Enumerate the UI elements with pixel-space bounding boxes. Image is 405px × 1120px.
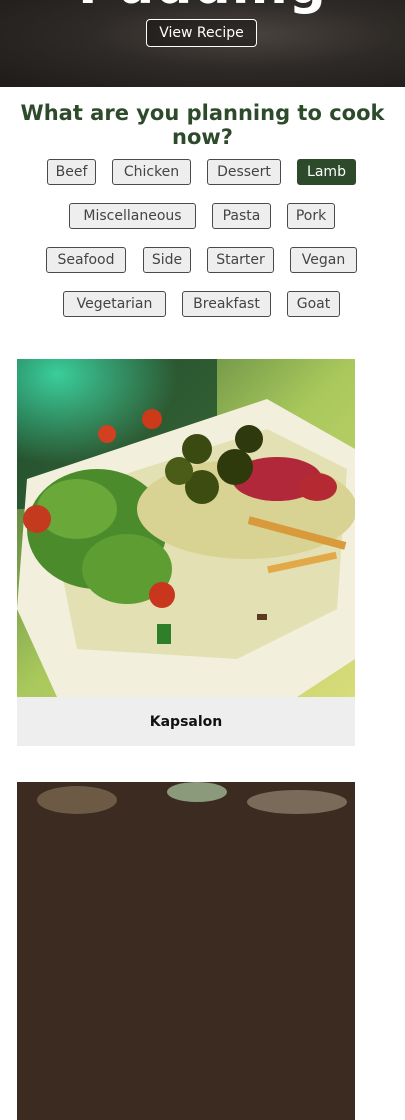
category-vegan[interactable]: Vegan xyxy=(290,247,357,273)
category-breakfast[interactable]: Breakfast xyxy=(182,291,271,317)
planning-heading: What are you planning to cook now? xyxy=(20,101,385,149)
category-dessert[interactable]: Dessert xyxy=(207,159,281,185)
category-pork[interactable]: Pork xyxy=(287,203,335,229)
category-vegetarian[interactable]: Vegetarian xyxy=(63,291,166,317)
category-list: Beef Chicken Dessert Lamb Miscellaneous … xyxy=(0,155,405,345)
category-goat[interactable]: Goat xyxy=(287,291,340,317)
category-chicken[interactable]: Chicken xyxy=(112,159,191,185)
category-lamb[interactable]: Lamb xyxy=(297,159,356,185)
category-starter[interactable]: Starter xyxy=(207,247,274,273)
meal-image[interactable] xyxy=(17,359,355,697)
meal-title[interactable]: Kapsalon xyxy=(17,697,355,746)
category-miscellaneous[interactable]: Miscellaneous xyxy=(69,203,196,229)
hero-banner: Pudding View Recipe xyxy=(0,0,405,87)
hero-title: Pudding xyxy=(78,0,327,16)
meal-card[interactable] xyxy=(17,782,355,1120)
meal-image[interactable] xyxy=(17,782,355,1120)
meal-card[interactable]: Kapsalon xyxy=(17,359,355,746)
category-side[interactable]: Side xyxy=(143,247,191,273)
category-beef[interactable]: Beef xyxy=(47,159,96,185)
view-recipe-button[interactable]: View Recipe xyxy=(146,19,257,47)
category-seafood[interactable]: Seafood xyxy=(46,247,126,273)
category-pasta[interactable]: Pasta xyxy=(212,203,271,229)
